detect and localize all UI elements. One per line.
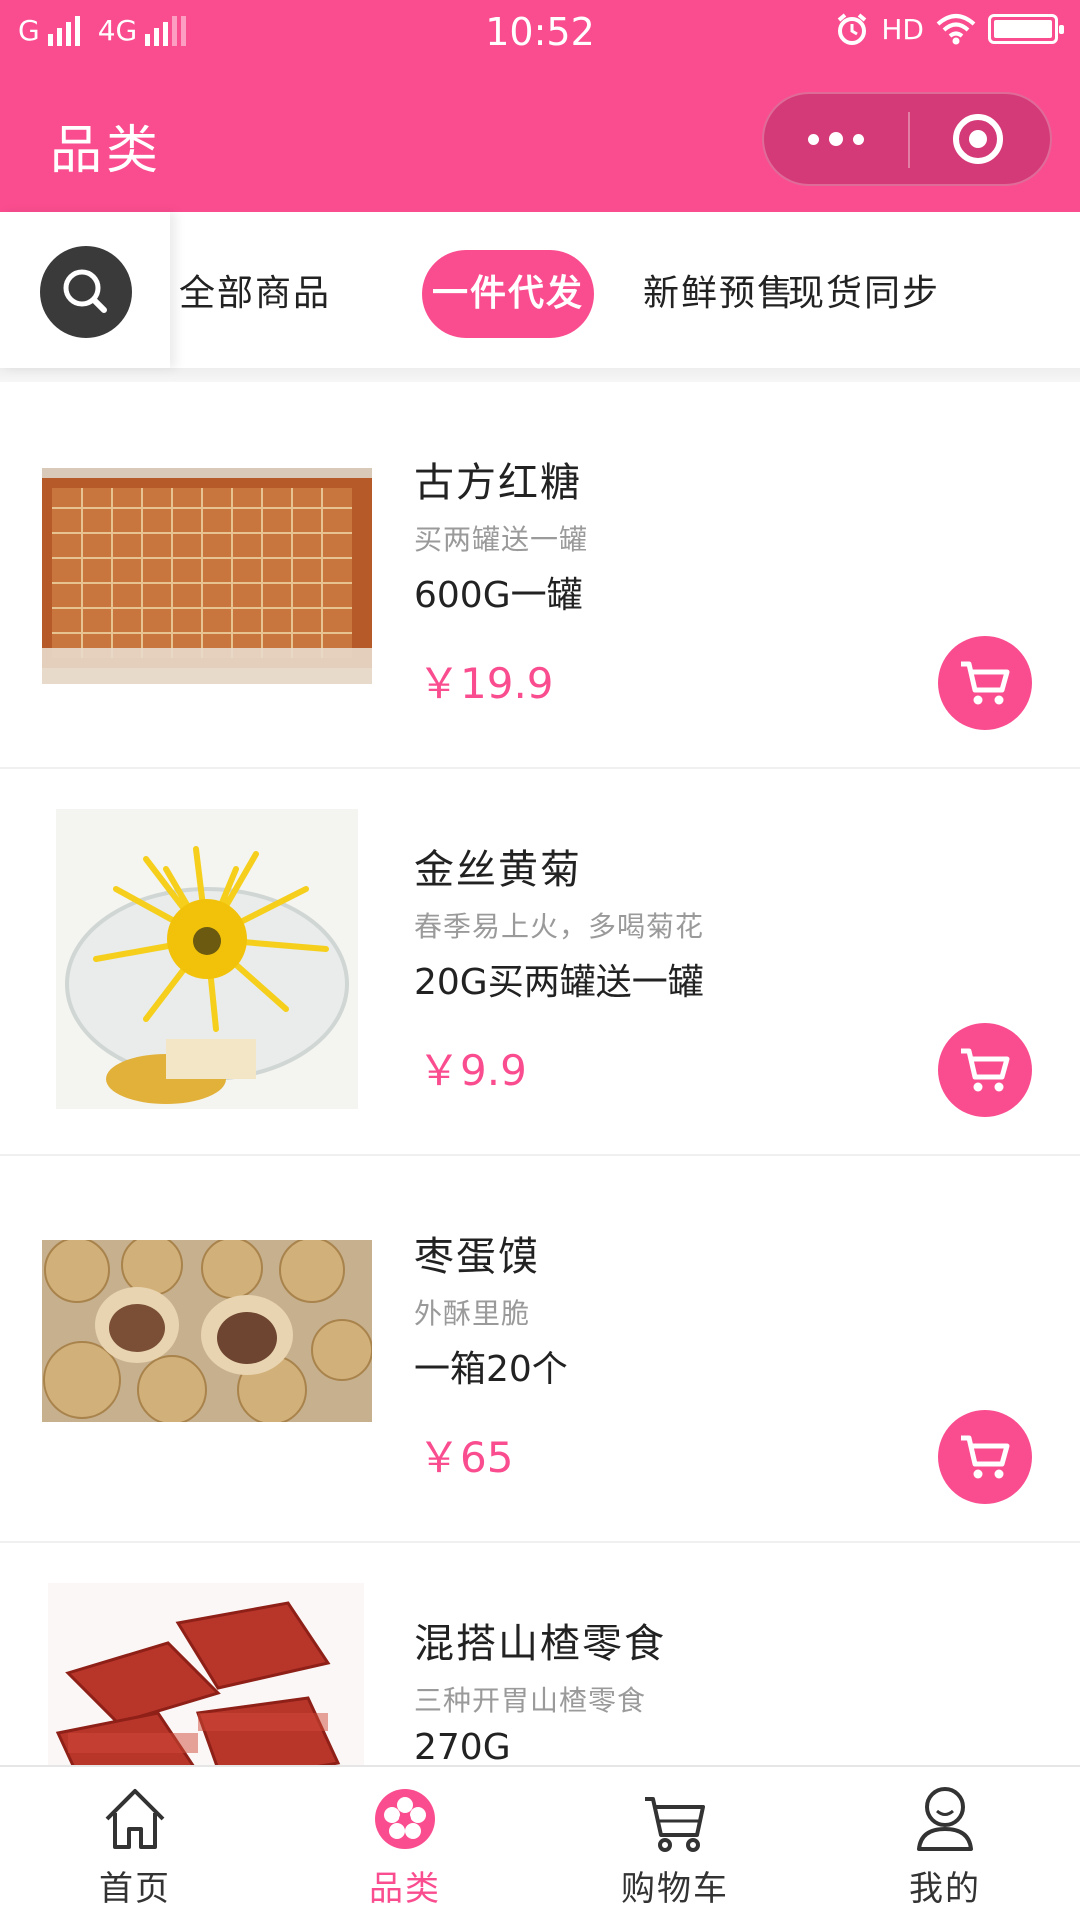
product-item[interactable]: 金丝黄菊 春季易上火，多喝菊花 20G买两罐送一罐 ￥9.9 [0, 769, 1080, 1156]
close-target-button[interactable] [906, 94, 1050, 184]
tab-all-products[interactable]: 全部商品 [170, 250, 340, 338]
battery-icon [988, 14, 1064, 44]
cart-icon [645, 1797, 705, 1852]
cart-icon [961, 1048, 1010, 1092]
product-image-hawthorn[interactable] [48, 1583, 364, 1765]
flower-category-icon [375, 1789, 435, 1849]
miniprogram-capsule [762, 92, 1052, 186]
tab-home[interactable]: 首页 [0, 1767, 270, 1920]
product-item[interactable]: 枣蛋馍 外酥里脆 一箱20个 ￥65 [0, 1156, 1080, 1543]
cart-icon [961, 1435, 1010, 1479]
product-name: 金丝黄菊 [414, 847, 582, 893]
product-subtitle: 春季易上火，多喝菊花 [414, 910, 705, 943]
search-icon [63, 269, 107, 313]
product-spec: 270G [414, 1727, 511, 1765]
tab-in-stock[interactable]: 现货同步 [788, 250, 1080, 338]
app-screen: G 4G 10:52 HD 品类 全部商品 一件代发 新鲜预售 现货同步 古方红… [0, 0, 1080, 1920]
user-icon [917, 1787, 973, 1851]
product-image-date-buns[interactable] [42, 1240, 372, 1422]
search-area [0, 212, 170, 368]
status-icons: HD [835, 12, 1064, 46]
add-to-cart-button[interactable] [938, 636, 1032, 730]
product-spec: 一箱20个 [414, 1349, 568, 1390]
search-button[interactable] [40, 246, 132, 338]
wifi-icon [936, 14, 976, 45]
tab-mine[interactable]: 我的 [810, 1767, 1080, 1920]
product-name: 古方红糖 [414, 460, 582, 506]
tab-category-label: 品类 [369, 1869, 441, 1909]
category-tabs: 全部商品 一件代发 新鲜预售 现货同步 [170, 212, 1080, 368]
category-divider [0, 368, 1080, 382]
product-price: ￥9.9 [418, 1046, 527, 1095]
product-image-chrysanthemum[interactable] [56, 809, 358, 1109]
tab-category[interactable]: 品类 [270, 1767, 540, 1920]
product-spec: 20G买两罐送一罐 [414, 962, 704, 1003]
product-spec: 600G一罐 [414, 575, 583, 616]
product-subtitle: 外酥里脆 [414, 1297, 531, 1330]
add-to-cart-button[interactable] [938, 1410, 1032, 1504]
category-bar: 全部商品 一件代发 新鲜预售 现货同步 [0, 212, 1080, 368]
product-image-brown-sugar[interactable] [42, 468, 372, 684]
tab-cart[interactable]: 购物车 [540, 1767, 810, 1920]
product-subtitle: 买两罐送一罐 [414, 523, 589, 556]
add-to-cart-button[interactable] [938, 1023, 1032, 1117]
product-price: ￥19.9 [418, 659, 554, 708]
product-item[interactable]: 古方红糖 买两罐送一罐 600G一罐 ￥19.9 [0, 382, 1080, 769]
bottom-tab-bar: 首页 品类 购物车 我的 [0, 1765, 1080, 1920]
target-circle-icon [953, 114, 1003, 164]
tab-cart-label: 购物车 [621, 1869, 729, 1909]
product-price: ￥65 [418, 1433, 514, 1482]
product-item[interactable]: 混搭山楂零食 三种开胃山楂零食 270G [0, 1543, 1080, 1765]
tab-home-label: 首页 [99, 1869, 171, 1909]
tab-mine-label: 我的 [909, 1869, 981, 1909]
alarm-icon [838, 13, 867, 45]
page-title: 品类 [50, 121, 163, 181]
nav-header: 品类 [0, 70, 1080, 212]
more-dots-icon[interactable] [764, 94, 908, 184]
product-name: 枣蛋馍 [414, 1234, 540, 1280]
product-list: 古方红糖 买两罐送一罐 600G一罐 ￥19.9 金丝黄菊 春季易上火，多喝菊花… [0, 382, 1080, 1765]
product-subtitle: 三种开胃山楂零食 [414, 1684, 647, 1717]
status-bar: G 4G 10:52 HD [0, 0, 1080, 70]
home-icon [105, 1789, 165, 1849]
cart-icon [961, 661, 1010, 705]
product-name: 混搭山楂零食 [414, 1621, 666, 1667]
hd-label: HD [881, 12, 924, 46]
